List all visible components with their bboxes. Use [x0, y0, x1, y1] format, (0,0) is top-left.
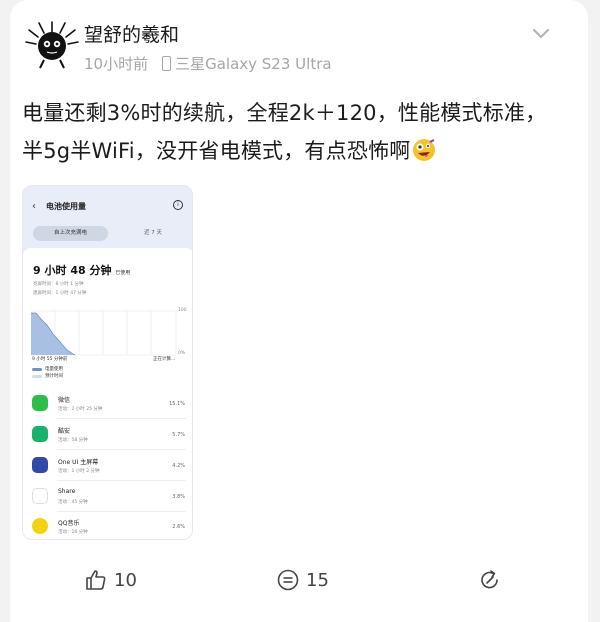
qqmusic-icon — [32, 518, 48, 534]
tab-since-full-charge: 自上次充满电 — [33, 226, 108, 241]
coolapk-icon — [32, 426, 48, 442]
comment-button[interactable]: 15 — [276, 568, 329, 592]
comment-count: 15 — [306, 569, 329, 591]
screen-off-time: 熄屏时间：1 小时 47 分钟 — [33, 291, 87, 296]
zany-face-emoji — [413, 139, 436, 161]
app-row-oneui-home: One UI 主屏幕 活动：1 小时 2 分钟 4.2% — [23, 451, 192, 481]
legend-estimate-swatch — [32, 375, 42, 378]
oneui-home-icon — [32, 457, 48, 473]
wechat-icon — [32, 395, 48, 411]
thumbs-up-icon — [86, 570, 106, 590]
chevron-down-icon[interactable] — [530, 22, 552, 44]
axis-max-label: 100 — [178, 308, 187, 313]
legend-estimate: 预计时间 — [45, 374, 63, 379]
app-row-qqmusic: QQ音乐 活动：16 分钟 2.6% — [23, 512, 192, 539]
chart-start-label: 9 小时 55 分钟前 — [32, 357, 68, 362]
screen-on-time: 亮屏时间：8 小时 1 分钟 — [33, 282, 84, 287]
tab-last-7-days: 近 7 天 — [144, 230, 162, 236]
legend-usage: 电量使用 — [45, 367, 63, 372]
chart-end-label: 正在计算... — [153, 357, 176, 362]
axis-min-label: 0% — [178, 351, 186, 356]
back-icon: ‹ — [32, 201, 36, 212]
info-icon: i — [173, 200, 183, 210]
attached-screenshot[interactable]: ‹ 电池使用量 i 自上次充满电 近 7 天 9 小时 48 分钟 已使用 亮屏… — [22, 185, 193, 540]
app-row-coolapk: 酷安 活动：58 分钟 5.7% — [23, 420, 192, 450]
repost-icon — [481, 570, 498, 589]
phone-icon — [162, 56, 172, 71]
screenshot-title: 电池使用量 — [46, 202, 86, 211]
post-meta: 10小时前 三星Galaxy S23 Ultra — [84, 53, 332, 74]
like-count: 10 — [114, 569, 137, 591]
like-button[interactable]: 10 — [84, 568, 137, 592]
usage-time: 9 小时 48 分钟 已使用 — [33, 264, 131, 277]
post-text: 电量还剩3%时的续航，全程2k＋120，性能模式标准，半5g半WiFi，没开省电… — [22, 94, 552, 170]
username[interactable]: 望舒的羲和 — [84, 20, 179, 47]
app-row-wechat: 微信 活动：2 小时 25 分钟 15.1% — [23, 389, 192, 419]
post-body: 电量还剩3%时的续航，全程2k＋120，性能模式标准，半5g半WiFi，没开省电… — [22, 101, 547, 163]
repost-button[interactable] — [478, 568, 508, 592]
avatar[interactable] — [24, 20, 80, 70]
screenshot-header — [23, 186, 192, 256]
app-row-share: Share 活动：45 分钟 3.8% — [23, 482, 192, 512]
post-time: 10小时前 — [84, 55, 149, 73]
share-app-icon — [32, 488, 48, 504]
legend-usage-swatch — [32, 368, 42, 371]
comment-icon — [277, 569, 299, 591]
battery-chart — [31, 310, 177, 356]
device-name: 三星Galaxy S23 Ultra — [175, 55, 332, 73]
